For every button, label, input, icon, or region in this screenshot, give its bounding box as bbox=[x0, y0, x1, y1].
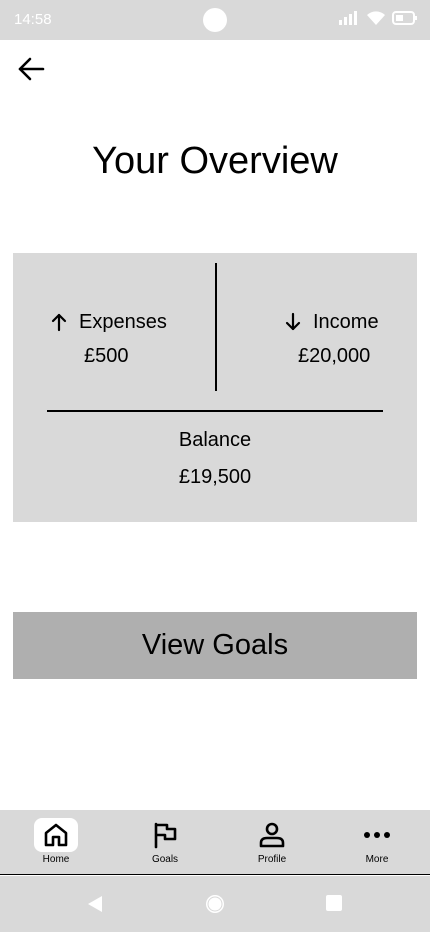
status-icons bbox=[338, 10, 418, 26]
nav-item-home[interactable]: Home bbox=[21, 810, 91, 874]
balance-block: Balance £19,500 bbox=[13, 429, 417, 489]
system-home-icon[interactable] bbox=[204, 893, 226, 915]
system-back-icon[interactable] bbox=[86, 894, 104, 914]
income-block: Income £20,000 bbox=[283, 309, 403, 368]
balance-label: Balance bbox=[178, 429, 252, 451]
vertical-divider bbox=[215, 263, 217, 391]
nav-profile-icon-wrap bbox=[250, 818, 294, 852]
expenses-label: Expenses bbox=[79, 310, 167, 333]
income-value: £20,000 bbox=[298, 345, 371, 367]
nav-item-more[interactable]: More bbox=[342, 810, 412, 874]
income-label: Income bbox=[313, 310, 379, 333]
nav-label-profile: Profile bbox=[257, 854, 287, 865]
nav-item-profile[interactable]: Profile bbox=[237, 810, 307, 874]
view-goals-button[interactable]: View Goals bbox=[13, 612, 417, 679]
nav-home-highlight bbox=[34, 818, 78, 852]
arrow-down-icon bbox=[285, 312, 301, 331]
wifi-icon bbox=[367, 11, 385, 25]
signal-icon bbox=[339, 11, 357, 25]
expenses-block: Expenses £500 bbox=[49, 309, 199, 368]
arrow-left-icon bbox=[18, 57, 45, 81]
expenses-value: £500 bbox=[84, 345, 129, 367]
expenses-label-row: Expenses bbox=[49, 309, 199, 335]
status-time: 14:58 bbox=[14, 11, 52, 28]
nav-label-home: Home bbox=[42, 854, 70, 865]
back-button[interactable] bbox=[14, 54, 48, 84]
system-recents-icon[interactable] bbox=[325, 894, 343, 912]
home-icon bbox=[44, 823, 68, 847]
battery-icon bbox=[392, 11, 417, 25]
page-title: Your Overview bbox=[92, 140, 338, 182]
nav-label-more: More bbox=[365, 854, 389, 865]
person-icon bbox=[259, 822, 285, 848]
summary-card: Expenses £500 Income £20,000 Balance £19… bbox=[13, 253, 417, 522]
bottom-nav: Home Goals Profile More bbox=[0, 810, 430, 875]
nav-goals-icon-wrap bbox=[143, 818, 187, 852]
nav-more-icon-wrap bbox=[355, 818, 399, 852]
system-nav-bar bbox=[0, 876, 430, 932]
status-bar: 14:58 bbox=[0, 0, 430, 40]
more-icon bbox=[364, 832, 390, 838]
horizontal-divider bbox=[47, 410, 383, 412]
income-label-row: Income bbox=[283, 309, 403, 335]
flag-icon bbox=[154, 822, 177, 849]
nav-label-goals: Goals bbox=[151, 854, 179, 865]
nav-item-goals[interactable]: Goals bbox=[130, 810, 200, 874]
arrow-up-icon bbox=[51, 313, 67, 332]
camera-cutout bbox=[203, 8, 227, 32]
balance-value: £19,500 bbox=[178, 466, 252, 488]
